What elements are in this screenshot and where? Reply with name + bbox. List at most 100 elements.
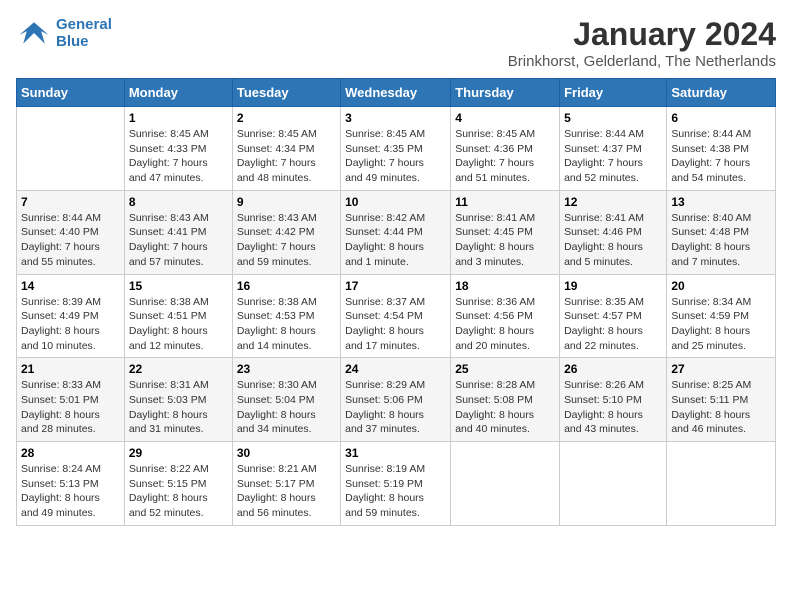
day-info: Sunrise: 8:42 AM Sunset: 4:44 PM Dayligh…	[345, 211, 446, 270]
day-info: Sunrise: 8:44 AM Sunset: 4:38 PM Dayligh…	[671, 127, 771, 186]
day-info: Sunrise: 8:44 AM Sunset: 4:37 PM Dayligh…	[564, 127, 662, 186]
day-number: 10	[345, 195, 446, 209]
day-info: Sunrise: 8:41 AM Sunset: 4:46 PM Dayligh…	[564, 211, 662, 270]
calendar-cell: 10 Sunrise: 8:42 AM Sunset: 4:44 PM Dayli…	[341, 190, 451, 274]
day-number: 5	[564, 111, 662, 125]
calendar-cell: 22Sunrise: 8:31 AM Sunset: 5:03 PM Dayli…	[124, 358, 232, 442]
day-info: Sunrise: 8:26 AM Sunset: 5:10 PM Dayligh…	[564, 378, 662, 437]
day-number: 15	[129, 279, 228, 293]
day-number: 20	[671, 279, 771, 293]
day-info: Sunrise: 8:28 AM Sunset: 5:08 PM Dayligh…	[455, 378, 555, 437]
day-number: 28	[21, 446, 120, 460]
day-number: 13	[671, 195, 771, 209]
month-year-title: January 2024	[508, 16, 776, 53]
logo-bird-icon	[16, 18, 52, 48]
weekday-header-saturday: Saturday	[667, 79, 776, 107]
calendar-header-row: SundayMondayTuesdayWednesdayThursdayFrid…	[17, 79, 776, 107]
calendar-cell: 21 Sunrise: 8:33 AM Sunset: 5:01 PM Dayli…	[17, 358, 125, 442]
logo-text-blue: Blue	[56, 33, 112, 50]
calendar-cell: 4 Sunrise: 8:45 AM Sunset: 4:36 PM Daylig…	[451, 107, 560, 191]
day-info: Sunrise: 8:22 AM Sunset: 5:15 PM Dayligh…	[129, 462, 228, 521]
day-info: Sunrise: 8:38 AM Sunset: 4:53 PM Dayligh…	[237, 295, 336, 354]
calendar-cell: 27 Sunrise: 8:25 AM Sunset: 5:11 PM Dayli…	[667, 358, 776, 442]
day-number: 23	[237, 362, 336, 376]
day-info: Sunrise: 8:45 AM Sunset: 4:36 PM Dayligh…	[455, 127, 555, 186]
day-info: Sunrise: 8:38 AM Sunset: 4:51 PM Dayligh…	[129, 295, 228, 354]
day-info: Sunrise: 8:19 AM Sunset: 5:19 PM Dayligh…	[345, 462, 446, 521]
day-number: 2	[237, 111, 336, 125]
day-info: Sunrise: 8:41 AM Sunset: 4:45 PM Dayligh…	[455, 211, 555, 270]
day-info: Sunrise: 8:40 AM Sunset: 4:48 PM Dayligh…	[671, 211, 771, 270]
calendar-table: SundayMondayTuesdayWednesdayThursdayFrid…	[16, 78, 776, 526]
page-header: General Blue January 2024 Brinkhorst, Ge…	[16, 16, 776, 70]
day-info: Sunrise: 8:21 AM Sunset: 5:17 PM Dayligh…	[237, 462, 336, 521]
day-number: 3	[345, 111, 446, 125]
day-number: 19	[564, 279, 662, 293]
calendar-cell: 1Sunrise: 8:45 AM Sunset: 4:33 PM Daylig…	[124, 107, 232, 191]
day-number: 14	[21, 279, 120, 293]
calendar-cell: 25 Sunrise: 8:28 AM Sunset: 5:08 PM Dayli…	[451, 358, 560, 442]
day-number: 18	[455, 279, 555, 293]
day-info: Sunrise: 8:29 AM Sunset: 5:06 PM Dayligh…	[345, 378, 446, 437]
logo-text-general: General	[56, 16, 112, 33]
day-number: 30	[237, 446, 336, 460]
day-number: 8	[129, 195, 228, 209]
day-info: Sunrise: 8:30 AM Sunset: 5:04 PM Dayligh…	[237, 378, 336, 437]
calendar-cell: 16 Sunrise: 8:38 AM Sunset: 4:53 PM Dayli…	[232, 274, 340, 358]
day-info: Sunrise: 8:45 AM Sunset: 4:34 PM Dayligh…	[237, 127, 336, 186]
calendar-cell: 12Sunrise: 8:41 AM Sunset: 4:46 PM Dayli…	[560, 190, 667, 274]
day-number: 17	[345, 279, 446, 293]
day-number: 24	[345, 362, 446, 376]
day-number: 27	[671, 362, 771, 376]
calendar-cell: 3 Sunrise: 8:45 AM Sunset: 4:35 PM Daylig…	[341, 107, 451, 191]
calendar-cell: 5 Sunrise: 8:44 AM Sunset: 4:37 PM Daylig…	[560, 107, 667, 191]
calendar-week-row: 14 Sunrise: 8:39 AM Sunset: 4:49 PM Dayli…	[17, 274, 776, 358]
calendar-cell: 14 Sunrise: 8:39 AM Sunset: 4:49 PM Dayli…	[17, 274, 125, 358]
day-number: 6	[671, 111, 771, 125]
calendar-cell: 19Sunrise: 8:35 AM Sunset: 4:57 PM Dayli…	[560, 274, 667, 358]
day-number: 21	[21, 362, 120, 376]
weekday-header-wednesday: Wednesday	[341, 79, 451, 107]
day-info: Sunrise: 8:33 AM Sunset: 5:01 PM Dayligh…	[21, 378, 120, 437]
calendar-cell: 24 Sunrise: 8:29 AM Sunset: 5:06 PM Dayli…	[341, 358, 451, 442]
calendar-cell: 20 Sunrise: 8:34 AM Sunset: 4:59 PM Dayli…	[667, 274, 776, 358]
calendar-cell: 7 Sunrise: 8:44 AM Sunset: 4:40 PM Daylig…	[17, 190, 125, 274]
day-info: Sunrise: 8:44 AM Sunset: 4:40 PM Dayligh…	[21, 211, 120, 270]
calendar-cell: 26 Sunrise: 8:26 AM Sunset: 5:10 PM Dayli…	[560, 358, 667, 442]
day-info: Sunrise: 8:43 AM Sunset: 4:42 PM Dayligh…	[237, 211, 336, 270]
location-subtitle: Brinkhorst, Gelderland, The Netherlands	[508, 53, 776, 70]
calendar-cell	[667, 442, 776, 526]
day-number: 4	[455, 111, 555, 125]
day-number: 7	[21, 195, 120, 209]
weekday-header-monday: Monday	[124, 79, 232, 107]
day-number: 26	[564, 362, 662, 376]
day-number: 16	[237, 279, 336, 293]
calendar-cell: 17 Sunrise: 8:37 AM Sunset: 4:54 PM Dayli…	[341, 274, 451, 358]
day-info: Sunrise: 8:25 AM Sunset: 5:11 PM Dayligh…	[671, 378, 771, 437]
calendar-cell: 8Sunrise: 8:43 AM Sunset: 4:41 PM Daylig…	[124, 190, 232, 274]
day-info: Sunrise: 8:39 AM Sunset: 4:49 PM Dayligh…	[21, 295, 120, 354]
calendar-cell: 23 Sunrise: 8:30 AM Sunset: 5:04 PM Dayli…	[232, 358, 340, 442]
day-info: Sunrise: 8:34 AM Sunset: 4:59 PM Dayligh…	[671, 295, 771, 354]
day-info: Sunrise: 8:45 AM Sunset: 4:35 PM Dayligh…	[345, 127, 446, 186]
day-number: 25	[455, 362, 555, 376]
day-number: 9	[237, 195, 336, 209]
calendar-cell: 18Sunrise: 8:36 AM Sunset: 4:56 PM Dayli…	[451, 274, 560, 358]
weekday-header-thursday: Thursday	[451, 79, 560, 107]
calendar-cell: 29 Sunrise: 8:22 AM Sunset: 5:15 PM Dayli…	[124, 442, 232, 526]
day-number: 29	[129, 446, 228, 460]
day-info: Sunrise: 8:37 AM Sunset: 4:54 PM Dayligh…	[345, 295, 446, 354]
calendar-cell: 2 Sunrise: 8:45 AM Sunset: 4:34 PM Daylig…	[232, 107, 340, 191]
calendar-week-row: 1Sunrise: 8:45 AM Sunset: 4:33 PM Daylig…	[17, 107, 776, 191]
day-number: 31	[345, 446, 446, 460]
calendar-week-row: 28Sunrise: 8:24 AM Sunset: 5:13 PM Dayli…	[17, 442, 776, 526]
calendar-cell: 13 Sunrise: 8:40 AM Sunset: 4:48 PM Dayli…	[667, 190, 776, 274]
logo: General Blue	[16, 16, 112, 50]
calendar-cell: 6 Sunrise: 8:44 AM Sunset: 4:38 PM Daylig…	[667, 107, 776, 191]
calendar-cell: 9 Sunrise: 8:43 AM Sunset: 4:42 PM Daylig…	[232, 190, 340, 274]
calendar-cell	[17, 107, 125, 191]
calendar-cell: 31 Sunrise: 8:19 AM Sunset: 5:19 PM Dayli…	[341, 442, 451, 526]
weekday-header-sunday: Sunday	[17, 79, 125, 107]
calendar-cell: 11Sunrise: 8:41 AM Sunset: 4:45 PM Dayli…	[451, 190, 560, 274]
calendar-cell	[451, 442, 560, 526]
